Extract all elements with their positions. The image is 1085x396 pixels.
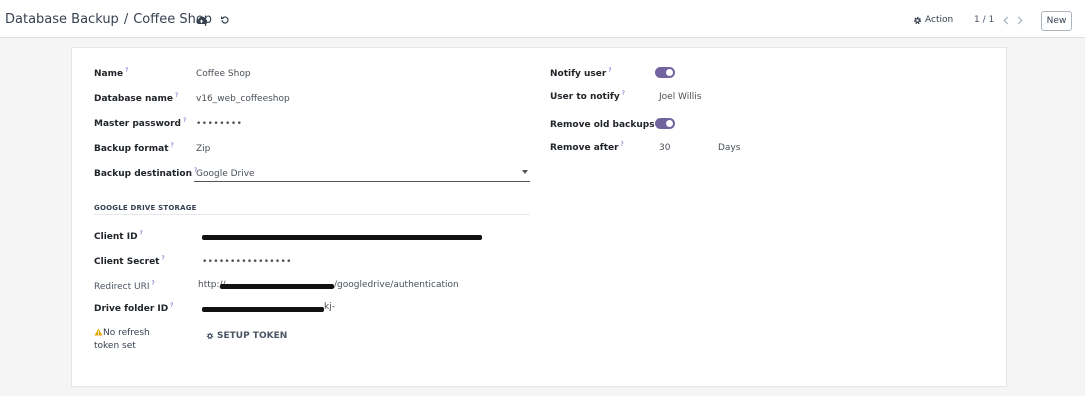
drive-folder-id-suffix: kj- bbox=[324, 302, 335, 312]
setup-token-button[interactable]: SETUP TOKEN bbox=[206, 331, 287, 341]
help-tooltip-icon[interactable]: ? bbox=[140, 230, 143, 237]
redaction-mark bbox=[220, 284, 334, 289]
gear-icon bbox=[206, 332, 214, 340]
no-refresh-token-warning: No refresh token set bbox=[94, 327, 154, 353]
redirect-uri-field[interactable]: http:// /googledrive/authentication bbox=[198, 280, 498, 292]
client-secret-field[interactable]: •••••••••••••••• bbox=[202, 257, 292, 267]
user-to-notify-label: User to notify? bbox=[550, 90, 625, 102]
action-label: Action bbox=[925, 15, 954, 25]
master-password-label: Master password? bbox=[94, 117, 187, 129]
remove-after-unit: Days bbox=[718, 143, 741, 153]
pager-value[interactable]: 1 / 1 bbox=[974, 15, 994, 25]
client-id-field[interactable] bbox=[202, 231, 482, 243]
remove-after-field[interactable]: 30 bbox=[659, 143, 670, 153]
control-panel: Database Backup / Coffee Shop Action 1 / 1… bbox=[0, 0, 1085, 38]
help-tooltip-icon[interactable]: ? bbox=[175, 92, 178, 99]
pager-next-icon[interactable] bbox=[1014, 13, 1026, 27]
remove-old-backups-label: Remove old backups? bbox=[550, 118, 660, 130]
database-name-label: Database name? bbox=[94, 92, 179, 104]
master-password-field[interactable]: •••••••• bbox=[196, 119, 242, 129]
notify-user-toggle[interactable] bbox=[655, 67, 675, 78]
client-id-label: Client ID? bbox=[94, 230, 143, 242]
warning-text: No refresh token set bbox=[94, 328, 150, 351]
setup-token-label: SETUP TOKEN bbox=[217, 331, 288, 341]
section-divider bbox=[94, 214, 530, 215]
gear-icon bbox=[913, 16, 922, 24]
cloud-upload-icon[interactable] bbox=[194, 13, 208, 27]
help-tooltip-icon[interactable]: ? bbox=[622, 90, 625, 97]
backup-format-label: Backup format? bbox=[94, 142, 174, 154]
pager-previous-icon[interactable] bbox=[1000, 13, 1012, 27]
backup-destination-value: Google Drive bbox=[196, 169, 255, 179]
redaction-mark bbox=[202, 235, 482, 240]
remove-after-label: Remove after? bbox=[550, 141, 624, 153]
redaction-mark bbox=[202, 307, 324, 312]
database-name-field[interactable]: v16_web_coffeeshop bbox=[196, 94, 290, 104]
help-tooltip-icon[interactable]: ? bbox=[183, 117, 186, 124]
action-menu-button[interactable]: Action bbox=[913, 15, 953, 25]
redirect-uri-label: Redirect URI? bbox=[94, 280, 155, 292]
breadcrumb: Database Backup / Coffee Shop bbox=[5, 12, 212, 27]
caret-down-icon bbox=[522, 170, 528, 174]
help-tooltip-icon[interactable]: ? bbox=[162, 255, 165, 262]
help-tooltip-icon[interactable]: ? bbox=[170, 302, 173, 309]
user-to-notify-field[interactable]: Joel Willis bbox=[659, 92, 701, 102]
backup-format-field[interactable]: Zip bbox=[196, 144, 210, 154]
remove-old-backups-toggle[interactable] bbox=[655, 118, 675, 129]
drive-folder-id-label: Drive folder ID? bbox=[94, 302, 174, 314]
backup-destination-select[interactable]: Google Drive bbox=[194, 166, 530, 182]
notify-user-label: Notify user? bbox=[550, 67, 612, 79]
help-tooltip-icon[interactable]: ? bbox=[125, 67, 128, 74]
backup-destination-label: Backup destination? bbox=[94, 167, 198, 179]
name-label: Name? bbox=[94, 67, 129, 79]
form-sheet: Name? Coffee Shop Database name? v16_web… bbox=[71, 47, 1007, 387]
client-secret-label: Client Secret? bbox=[94, 255, 165, 267]
name-field[interactable]: Coffee Shop bbox=[196, 69, 251, 79]
breadcrumb-separator: / bbox=[123, 12, 129, 27]
help-tooltip-icon[interactable]: ? bbox=[621, 141, 624, 148]
help-tooltip-icon[interactable]: ? bbox=[171, 142, 174, 149]
redirect-uri-suffix: /googledrive/authentication bbox=[334, 280, 459, 290]
new-record-button[interactable]: New bbox=[1041, 11, 1072, 31]
breadcrumb-parent-link[interactable]: Database Backup bbox=[5, 12, 119, 27]
drive-folder-id-field[interactable]: kj- bbox=[202, 302, 342, 315]
discard-undo-icon[interactable] bbox=[218, 13, 232, 27]
help-tooltip-icon[interactable]: ? bbox=[608, 67, 611, 74]
google-drive-section-title: GOOGLE DRIVE STORAGE bbox=[94, 204, 197, 212]
help-tooltip-icon[interactable]: ? bbox=[151, 280, 154, 287]
warning-icon bbox=[94, 328, 103, 336]
